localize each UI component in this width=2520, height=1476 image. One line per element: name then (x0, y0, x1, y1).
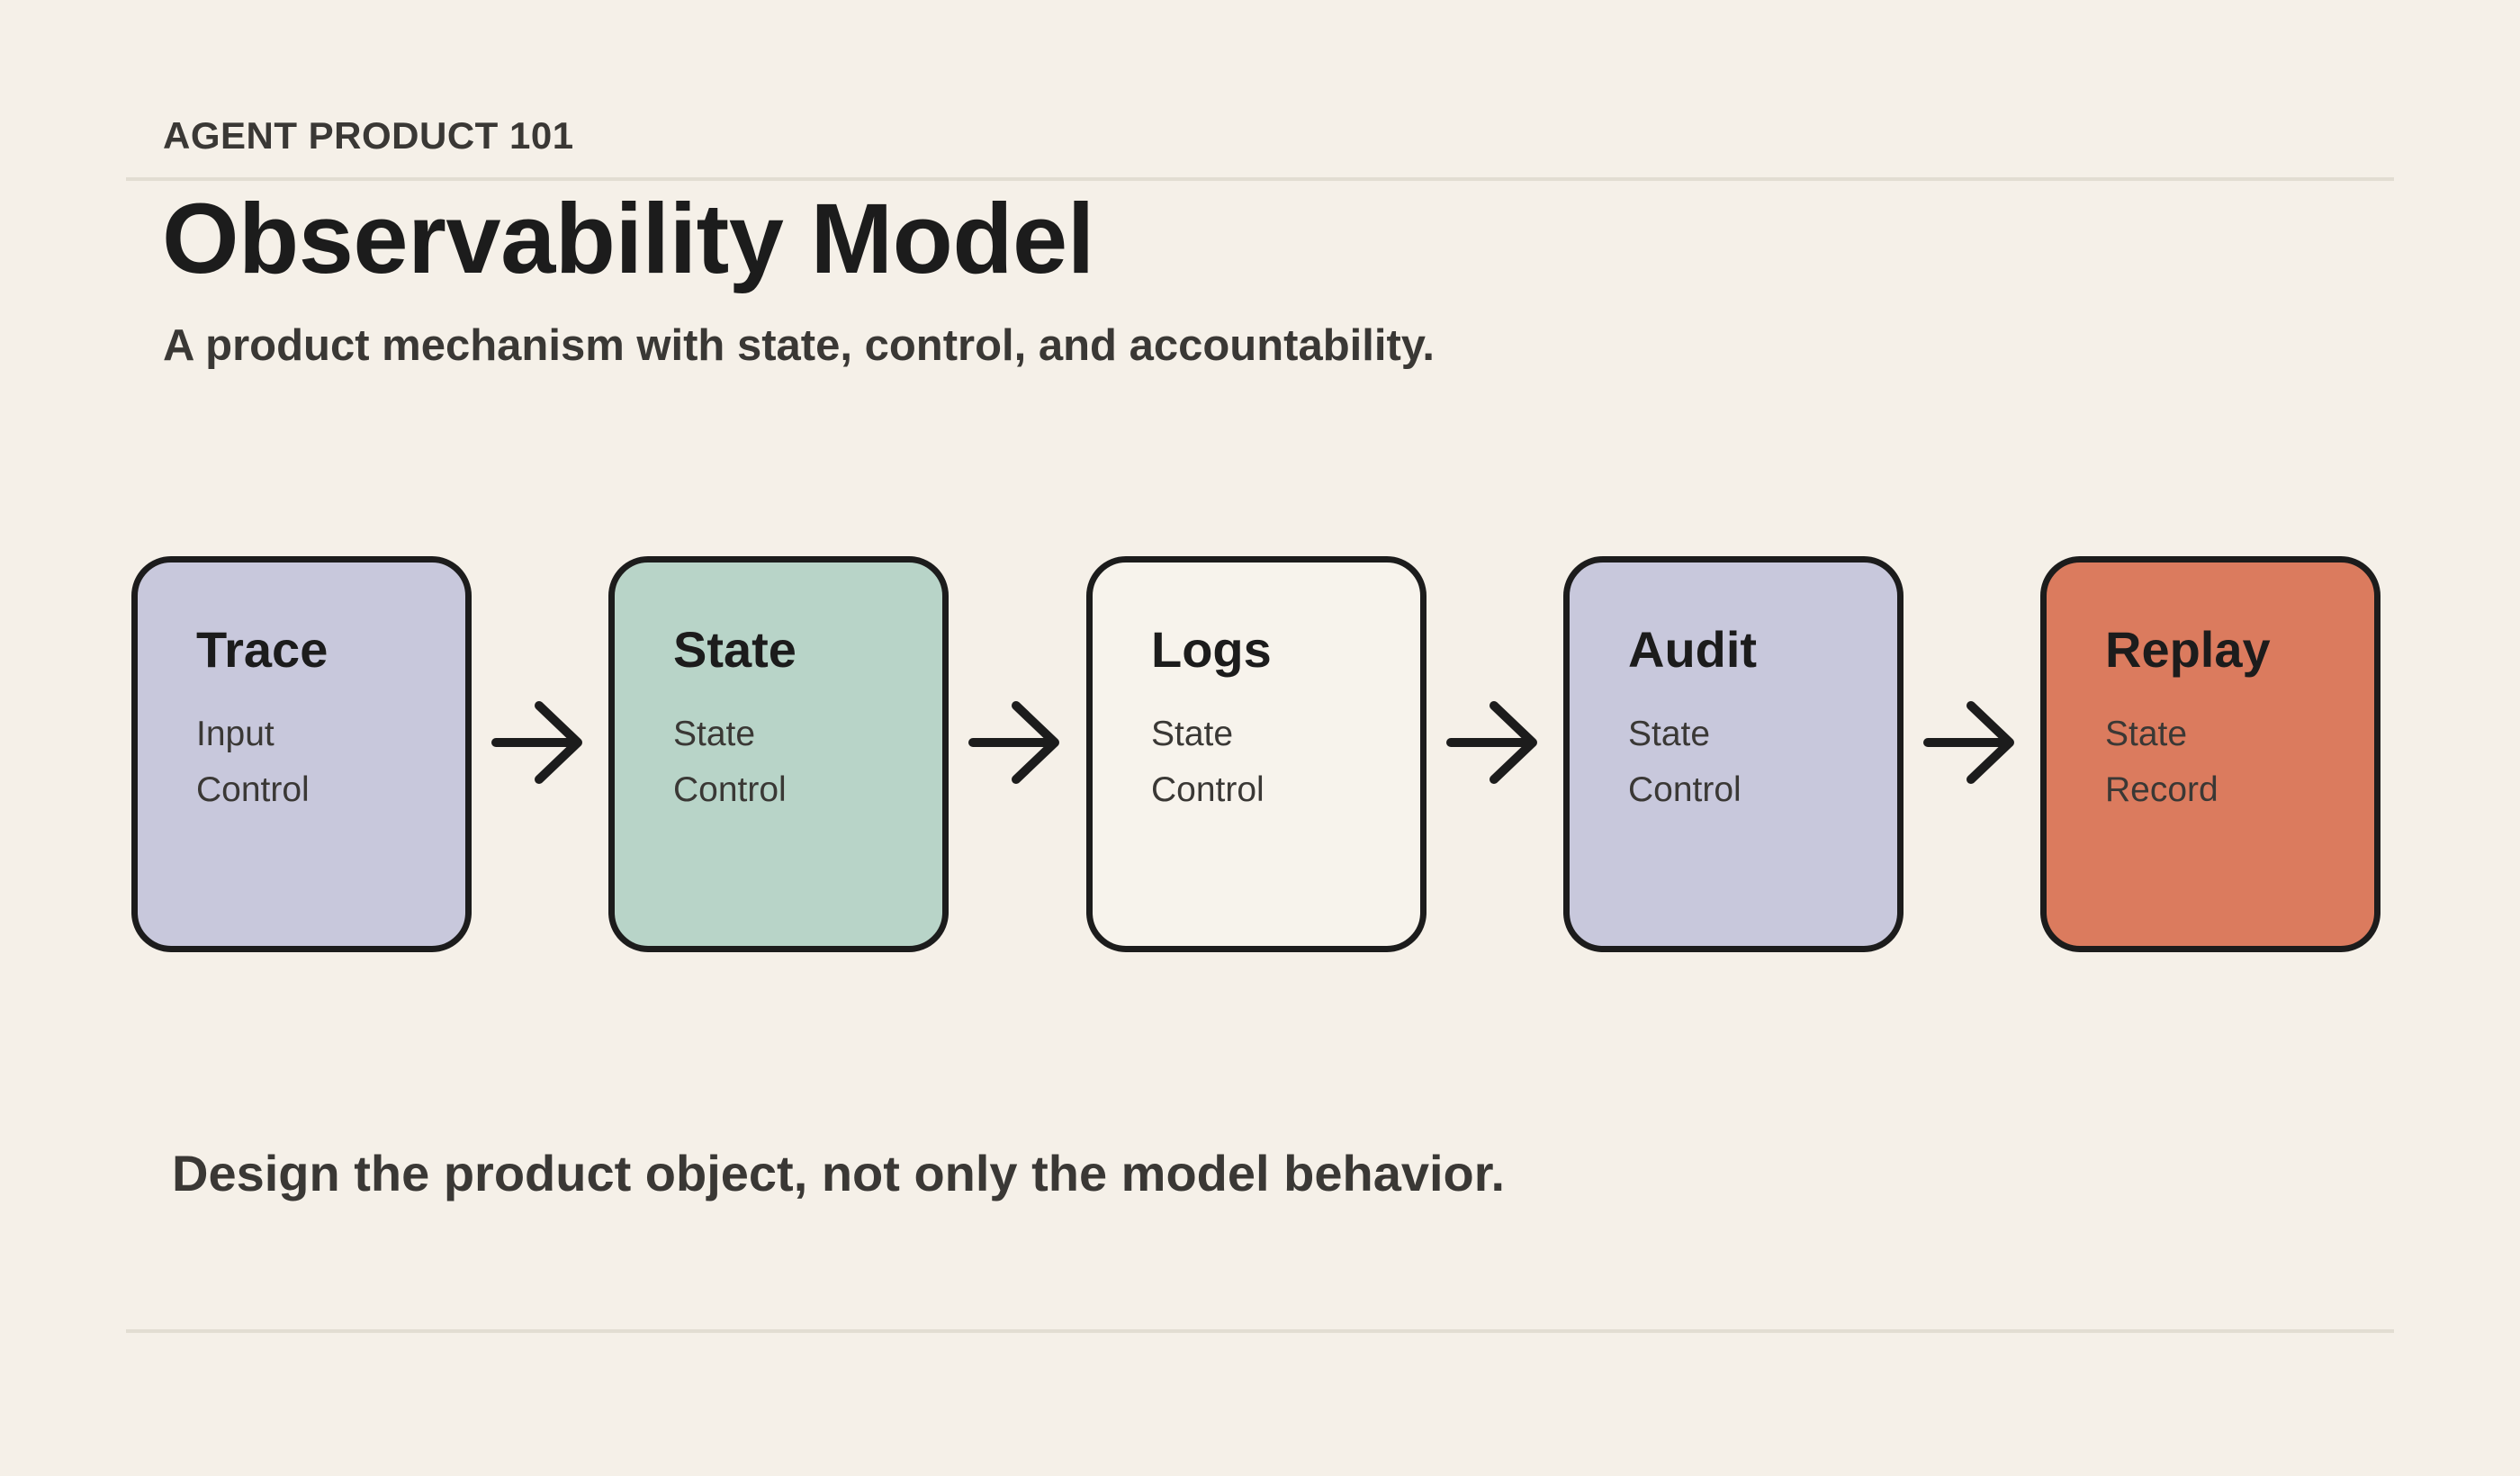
step-detail: State (2105, 715, 2188, 753)
step-detail: State (673, 715, 756, 753)
step-title: Replay (2105, 621, 2271, 678)
eyebrow-label: AGENT PRODUCT 101 (163, 114, 574, 157)
arrow-right-icon (968, 701, 1059, 784)
step-detail: Control (196, 770, 310, 809)
step-card-replay: Replay State Record (2040, 556, 2380, 952)
step-title: State (673, 621, 796, 678)
page-title: Observability Model (162, 184, 1094, 294)
step-detail: Input (196, 715, 274, 753)
step-detail: State (1628, 715, 1711, 753)
step-title: Audit (1628, 621, 1758, 678)
step-card-audit: Audit State Control (1563, 556, 1904, 952)
arrow-right-icon (1923, 701, 2014, 784)
arrow-right-icon (1446, 701, 1537, 784)
step-detail: Control (1151, 770, 1264, 809)
step-detail: Control (673, 770, 787, 809)
step-detail: Control (1628, 770, 1742, 809)
arrow-right-icon (491, 701, 582, 784)
step-card-state: State State Control (608, 556, 949, 952)
bottom-divider (126, 1329, 2394, 1333)
step-detail: State (1151, 715, 1234, 753)
step-card-logs: Logs State Control (1086, 556, 1426, 952)
step-title: Logs (1151, 621, 1272, 678)
top-divider (126, 177, 2394, 181)
step-title: Trace (196, 621, 328, 678)
step-card-trace: Trace Input Control (131, 556, 472, 952)
page-subtitle: A product mechanism with state, control,… (163, 321, 1436, 370)
takeaway-note: Design the product object, not only the … (172, 1145, 1506, 1202)
step-detail: Record (2105, 770, 2218, 809)
